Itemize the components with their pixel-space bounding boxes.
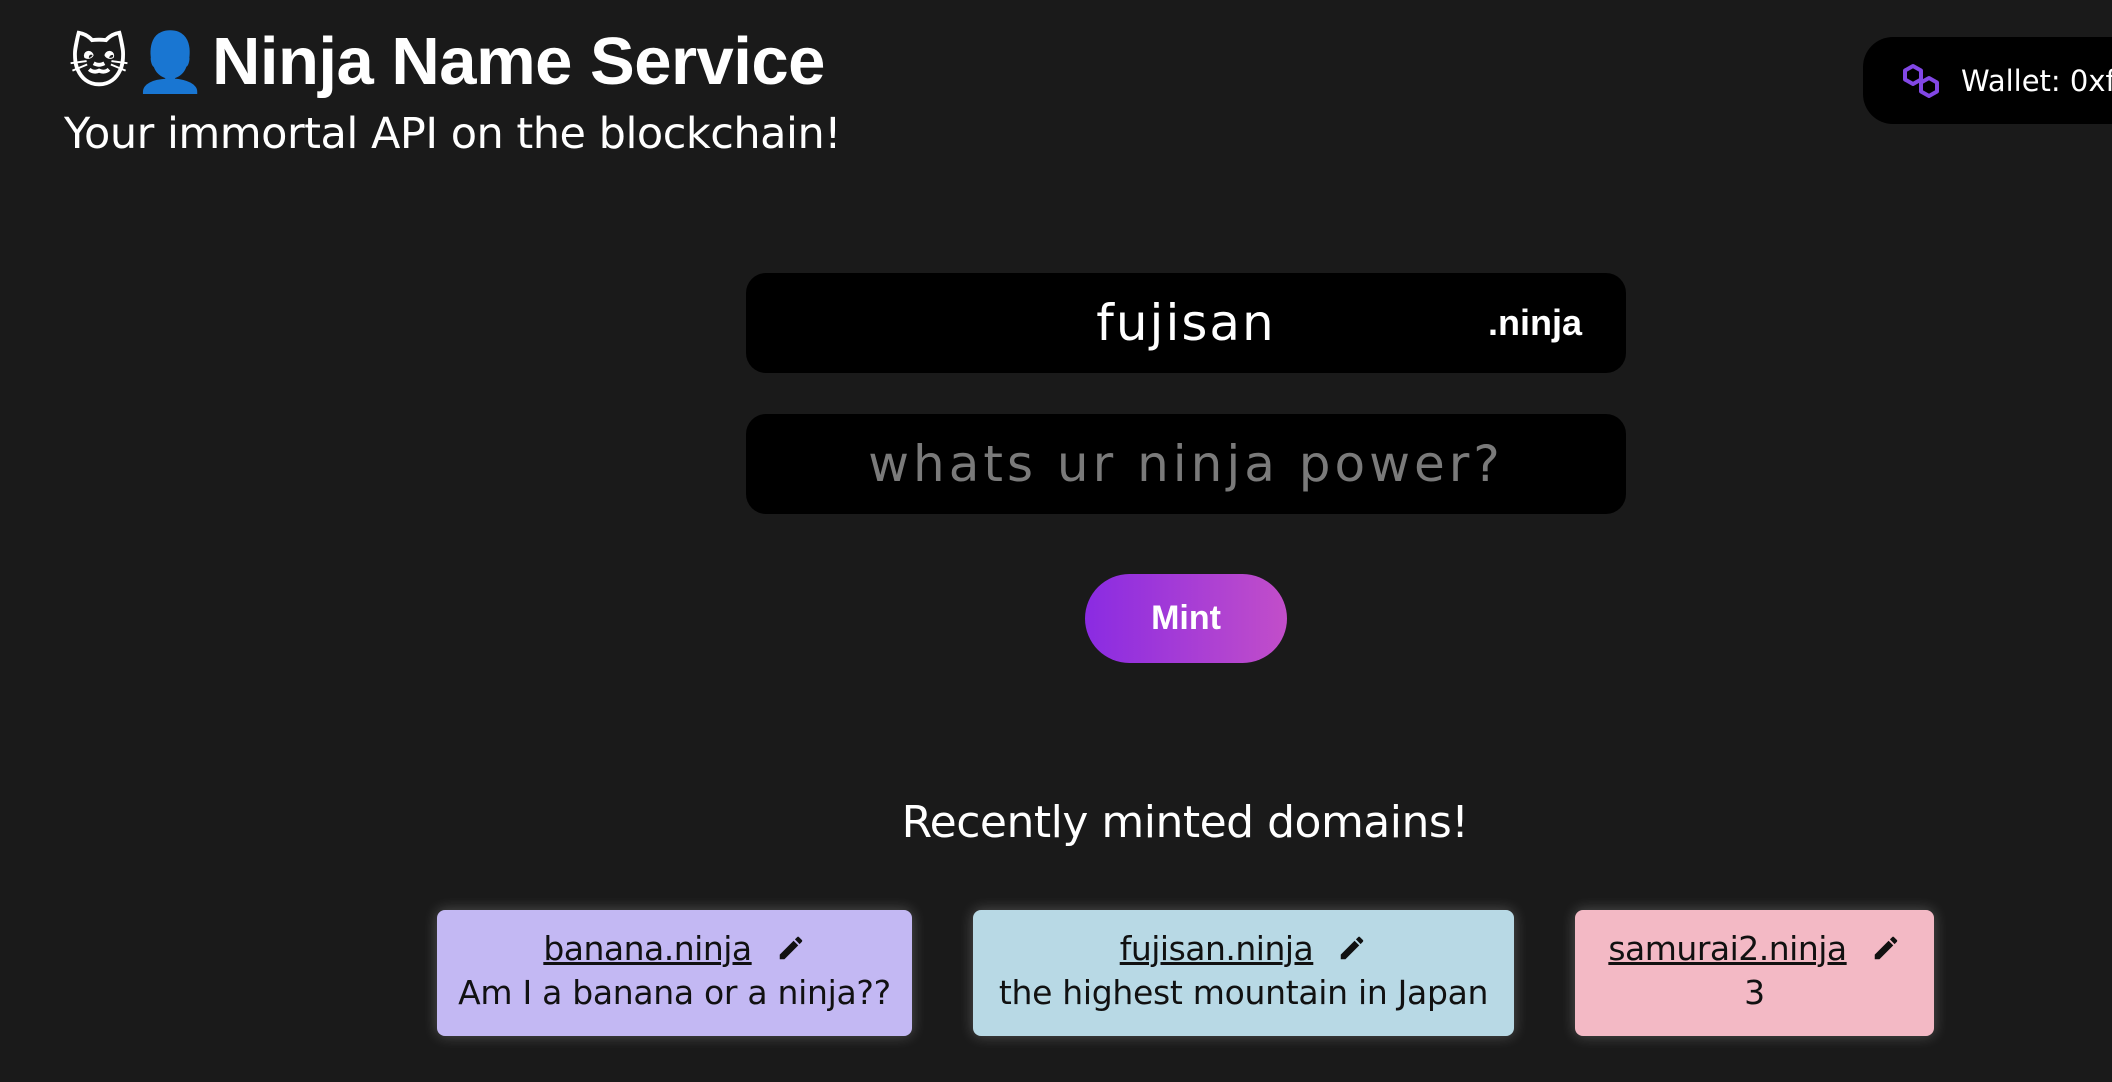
wallet-badge[interactable]: Wallet: 0xf — [1863, 37, 2112, 124]
wallet-address: Wallet: 0xf — [1961, 63, 2112, 98]
title-row: 🐱 👤 Ninja Name Service — [64, 22, 841, 102]
record-field — [746, 414, 1626, 514]
domain-card-header: samurai2.ninja — [1575, 928, 1934, 968]
domain-record: Am I a banana or a ninja?? — [458, 973, 891, 1012]
domain-link[interactable]: banana.ninja — [543, 929, 752, 968]
mint-button[interactable]: Mint — [1085, 574, 1287, 663]
pencil-icon[interactable] — [776, 933, 806, 963]
tld-label: .ninja — [1487, 302, 1582, 343]
domain-link[interactable]: fujisan.ninja — [1120, 929, 1314, 968]
app-page: 🐱 👤 Ninja Name Service Your immortal API… — [0, 0, 2112, 1082]
pencil-icon[interactable] — [1871, 933, 1901, 963]
domain-card: fujisan.ninja the highest mountain in Ja… — [973, 910, 1514, 1036]
domain-record: 3 — [1744, 973, 1765, 1012]
domain-card-header: banana.ninja — [437, 928, 912, 968]
polygon-icon — [1899, 58, 1945, 104]
pencil-icon[interactable] — [1337, 933, 1367, 963]
domain-card: samurai2.ninja 3 — [1575, 910, 1934, 1036]
domain-card-header: fujisan.ninja — [973, 928, 1514, 968]
person-emoji-icon: 👤 — [134, 28, 207, 96]
cat-emoji-icon: 🐱 — [68, 28, 130, 96]
page-title: Ninja Name Service — [212, 24, 825, 99]
domain-record: the highest mountain in Japan — [998, 973, 1489, 1012]
record-input[interactable] — [746, 414, 1626, 514]
domain-field: .ninja — [746, 273, 1626, 373]
header: 🐱 👤 Ninja Name Service Your immortal API… — [64, 22, 841, 162]
domain-card: banana.ninja Am I a banana or a ninja?? — [437, 910, 912, 1036]
recent-domains-title: Recently minted domains! — [901, 797, 1469, 848]
page-subtitle: Your immortal API on the blockchain! — [64, 109, 841, 159]
domain-link[interactable]: samurai2.ninja — [1608, 929, 1847, 968]
